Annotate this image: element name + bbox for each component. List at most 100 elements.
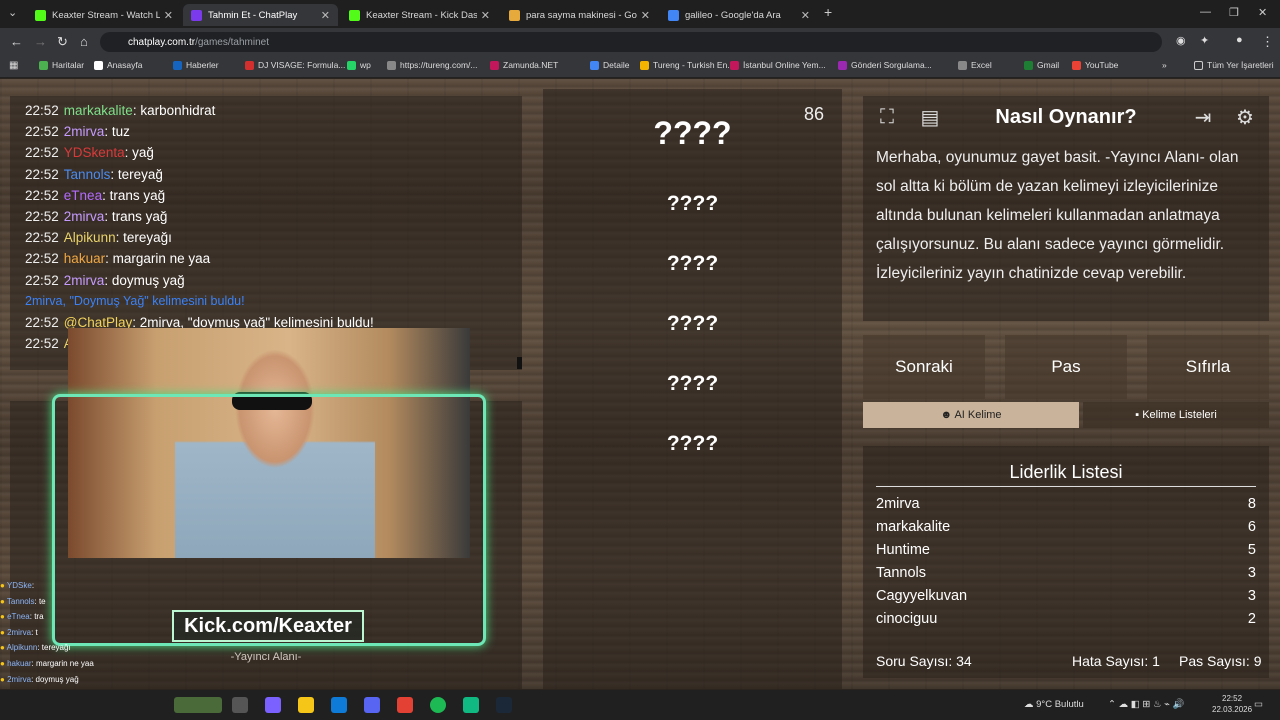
minimize-button[interactable]: — [1200,6,1211,18]
player-name: Huntime [876,542,930,558]
all-bookmarks[interactable]: Tüm Yer İşaretleri [1194,60,1274,70]
bookmark-item[interactable]: Zamunda.NET [490,60,558,70]
address-bar: ← → ↻ ⌂ chatplay.com.tr/games/tahminet ◉… [0,28,1280,56]
bookmark-item[interactable]: Gmail [1024,60,1059,70]
bookmark-item[interactable]: DJ VISAGE: Formula... [245,60,345,70]
bookmark-item[interactable]: https://tureng.com/... [387,60,477,70]
weather-widget[interactable]: ☁ 9°C Bulutlu [1024,699,1084,710]
badge-icon: ● [0,643,7,653]
home-icon[interactable]: ⌂ [80,34,88,49]
bookmark-item[interactable]: İstanbul Online Yem... [730,60,826,70]
spotify-icon[interactable] [430,697,446,713]
extensions-puzzle-icon[interactable]: ✦ [1200,34,1209,47]
menu-icon[interactable]: ⋮ [1261,34,1274,50]
file-explorer-icon[interactable] [298,697,314,713]
badge-icon: ● [0,596,7,606]
leaderboard-row: Cagyyelkuvan 3 [876,588,1256,604]
webcam-frame [52,394,486,646]
player-score: 5 [1247,542,1256,558]
bookmark-icon [39,60,48,70]
player-name: cinociguu [876,611,938,627]
tab-favicon-icon [668,9,679,21]
tab-1[interactable]: Keaxter Stream - Watch Live on ✕ [27,4,181,26]
bookmark-icon [958,60,967,70]
bookmark-item[interactable]: Excel [958,60,992,70]
chat-text: trans yağ [109,187,166,203]
bookmarks-bar: ▦ Haritalar Anasayfa Haberler DJ VISAGE: Fo… [0,56,1280,78]
tab-close-icon[interactable]: ✕ [481,9,490,22]
tab-5[interactable]: galileo - Google'da Ara ✕ [660,4,818,26]
tab-bar: ⌄ Keaxter Stream - Watch Live on✕Tahmin … [0,0,1280,28]
extension-icon[interactable]: ◉ [1176,34,1186,47]
app-icon[interactable] [463,697,479,713]
tab-close-icon[interactable]: ✕ [321,9,330,22]
steam-icon[interactable] [496,697,512,713]
tab-title: galileo - Google'da Ara [685,9,781,21]
next-button[interactable]: Sonraki [863,335,985,399]
chat-time: 22:52 [25,336,59,352]
leaderboard-row: cinociguu 2 [876,611,1256,627]
ai-word-button[interactable]: ☻ AI Kelime [863,402,1079,428]
more-bookmarks-icon[interactable]: » [1162,60,1167,70]
bookmark-item[interactable]: Gönderi Sorgulama... [838,60,932,70]
chat-text: yağ [132,145,154,161]
system-tray-icons[interactable]: ⌃ ☁ ◧ ⊞ ♨ ⌁ 🔊 [1108,699,1184,710]
bookmark-icon [730,60,739,70]
pass-button[interactable]: Pas [1005,335,1127,399]
chat-scrollbar[interactable] [517,357,522,369]
tab-title: Keaxter Stream - Kick Dashboa [366,9,477,21]
forward-icon[interactable]: → [34,34,47,49]
player-score: 3 [1247,565,1256,581]
bookmark-icon [490,60,499,70]
bookmark-item[interactable]: Anasayfa [94,60,142,70]
tab-close-icon[interactable]: ✕ [164,9,173,22]
overlay-chat-line: ● eTnea: tra [0,612,44,622]
reset-button[interactable]: Sıfırla [1147,335,1269,399]
hidden-word-2: ???? [666,192,719,215]
leaderboard-row: Tannols 3 [876,565,1256,581]
url-input[interactable]: chatplay.com.tr/games/tahminet [100,32,1162,52]
pass-count: Pas Sayısı: 9 [1179,653,1262,669]
notification-icon[interactable]: ▭ [1254,699,1263,710]
discord-icon[interactable] [364,697,380,713]
copilot-icon[interactable] [265,697,281,713]
new-tab-button[interactable]: + [824,4,832,20]
edge-icon[interactable] [331,697,347,713]
chrome-icon[interactable] [397,697,413,713]
tab-search-icon[interactable]: ⌄ [8,6,17,19]
widget-thumbnail[interactable] [174,697,222,713]
tab-2[interactable]: Tahmin Et - ChatPlay ✕ [183,4,338,26]
back-icon[interactable]: ← [10,34,23,49]
bookmark-icon [173,60,182,70]
tab-close-icon[interactable]: ✕ [801,9,810,22]
bookmark-item[interactable]: wp [347,60,371,70]
hidden-word-6: ???? [666,432,719,455]
bookmark-item[interactable]: YouTube [1072,60,1118,70]
tab-close-icon[interactable]: ✕ [641,9,650,22]
bookmark-item[interactable]: Detaile [590,60,629,70]
chat-time: 22:52 [25,124,59,140]
chat-text: doymuş yağ [111,272,185,288]
chat-message: 22:52 Alpikunn: tereyağı [25,230,172,246]
reload-icon[interactable]: ↻ [57,34,68,50]
player-name: 2mirva [876,496,920,512]
chat-time: 22:52 [25,166,59,182]
clock[interactable]: 22:52 22.03.2026 [1212,693,1252,715]
bookmark-item[interactable]: Haberler [173,60,219,70]
chat-text: trans yağ [111,208,168,224]
chat-text: tereyağ [117,166,163,182]
leaderboard-divider [876,486,1256,487]
badge-icon: ● [0,658,8,668]
apps-icon[interactable]: ▦ [9,60,18,71]
close-window-button[interactable]: ✕ [1258,6,1267,19]
tab-4[interactable]: para sayma makinesi - Google ✕ [501,4,658,26]
profile-avatar[interactable]: ● [1236,34,1243,46]
tab-3[interactable]: Keaxter Stream - Kick Dashboa ✕ [341,4,498,26]
maximize-button[interactable]: ❐ [1229,6,1239,19]
tab-favicon-icon [509,9,520,21]
task-view-icon[interactable] [232,697,248,713]
bookmark-item[interactable]: Haritalar [39,60,84,70]
word-lists-button[interactable]: ▪ Kelime Listeleri [1083,402,1269,428]
bookmark-item[interactable]: Tureng - Turkish En... [640,60,734,70]
leaderboard-row: Huntime 5 [876,542,1256,558]
